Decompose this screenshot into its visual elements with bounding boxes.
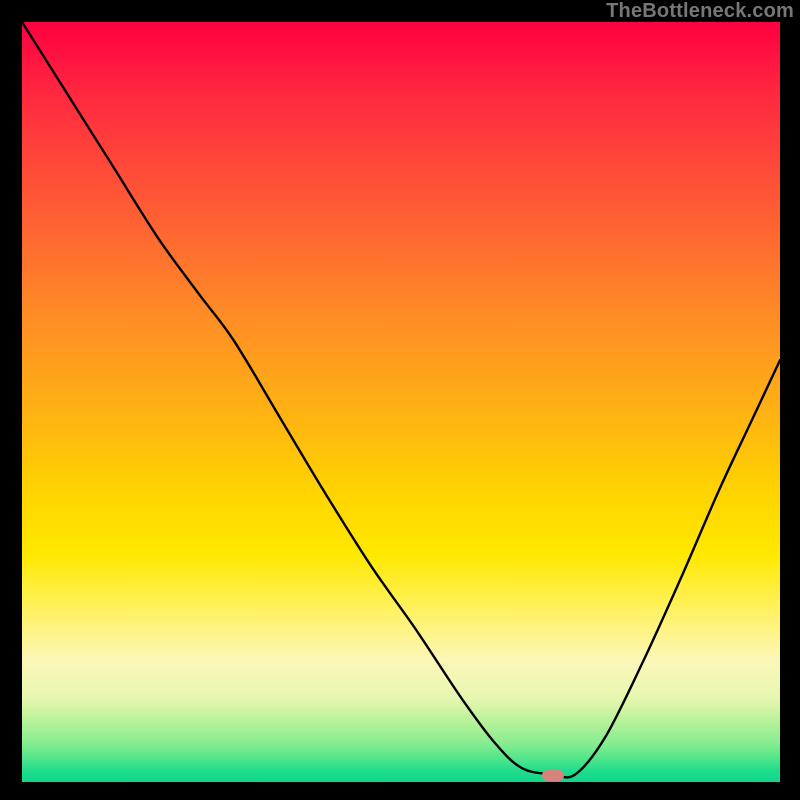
chart-stage: TheBottleneck.com [0,0,800,800]
plot-area [22,22,780,782]
bottleneck-curve [22,22,780,782]
watermark-text: TheBottleneck.com [606,0,794,23]
minimum-marker [542,770,564,781]
